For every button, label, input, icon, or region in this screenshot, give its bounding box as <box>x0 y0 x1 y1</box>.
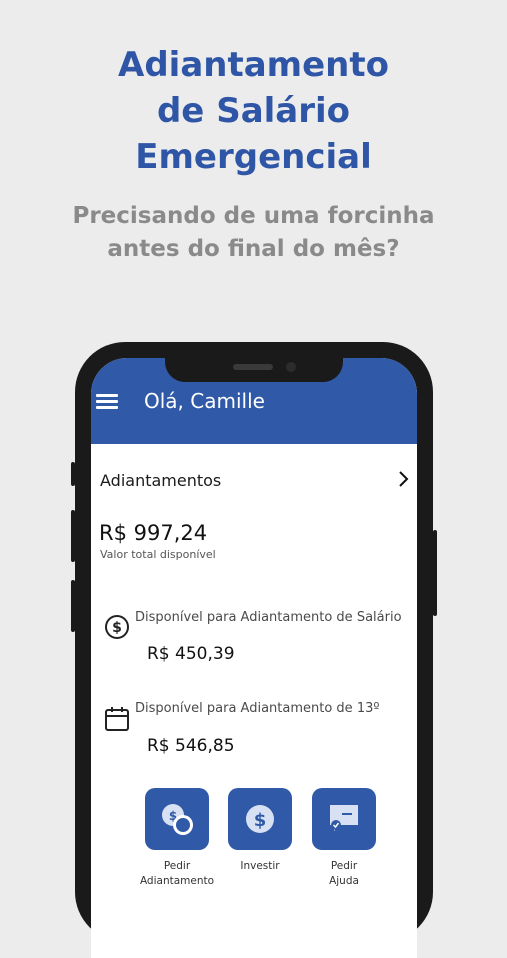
request-help-button[interactable] <box>312 788 376 850</box>
greeting-text: Olá, Camille <box>144 389 265 413</box>
request-help-label-line1: Pedir <box>330 860 358 872</box>
app-screen: Olá, Camille Adiantamentos R$ 997,24 Val… <box>91 358 417 958</box>
headline-line-2: de Salário <box>156 91 351 131</box>
thirteenth-advance-label: Disponível para Adiantamento de 13º <box>135 701 380 716</box>
page-subheadline: Precisando de uma forcinha antes do fina… <box>0 200 507 266</box>
dollar-circle-icon: $ <box>105 615 129 639</box>
subheadline-line-1: Precisando de uma forcinha <box>72 203 435 229</box>
section-title: Adiantamentos <box>100 471 222 490</box>
salary-advance-value: R$ 450,39 <box>147 644 235 664</box>
phone-power-button <box>433 530 437 616</box>
salary-advance-label: Disponível para Adiantamento de Salário <box>135 610 402 625</box>
phone-mockup: Olá, Camille Adiantamentos R$ 997,24 Val… <box>75 342 433 958</box>
calendar-icon <box>105 707 129 731</box>
total-value: R$ 997,24 <box>99 521 208 545</box>
thirteenth-advance-value: R$ 546,85 <box>147 736 235 756</box>
chevron-right-icon[interactable] <box>393 469 413 489</box>
headline-line-1: Adiantamento <box>118 45 389 85</box>
total-label: Valor total disponível <box>100 548 216 561</box>
request-advance-button[interactable]: $ <box>145 788 209 850</box>
menu-icon[interactable] <box>96 394 118 410</box>
phone-speaker <box>233 364 273 370</box>
svg-text:$: $ <box>112 620 122 636</box>
phone-camera <box>286 362 296 372</box>
coins-icon: $ <box>162 804 193 835</box>
request-help-label-line2: Ajuda <box>329 875 359 887</box>
request-advance-label-line1: Pedir <box>163 860 191 872</box>
help-chat-icon <box>330 805 358 831</box>
svg-text:$: $ <box>254 810 267 831</box>
subheadline-line-2: antes do final do mês? <box>107 236 400 262</box>
headline-line-3: Emergencial <box>135 137 372 177</box>
request-help-label: Pedir Ajuda <box>294 859 394 889</box>
request-advance-label-line2: Adiantamento <box>139 875 215 887</box>
invest-button[interactable]: $ <box>228 788 292 850</box>
dollar-circle-icon: $ <box>246 805 274 833</box>
phone-notch <box>165 342 343 382</box>
page-headline: Adiantamento de Salário Emergencial <box>0 42 507 180</box>
